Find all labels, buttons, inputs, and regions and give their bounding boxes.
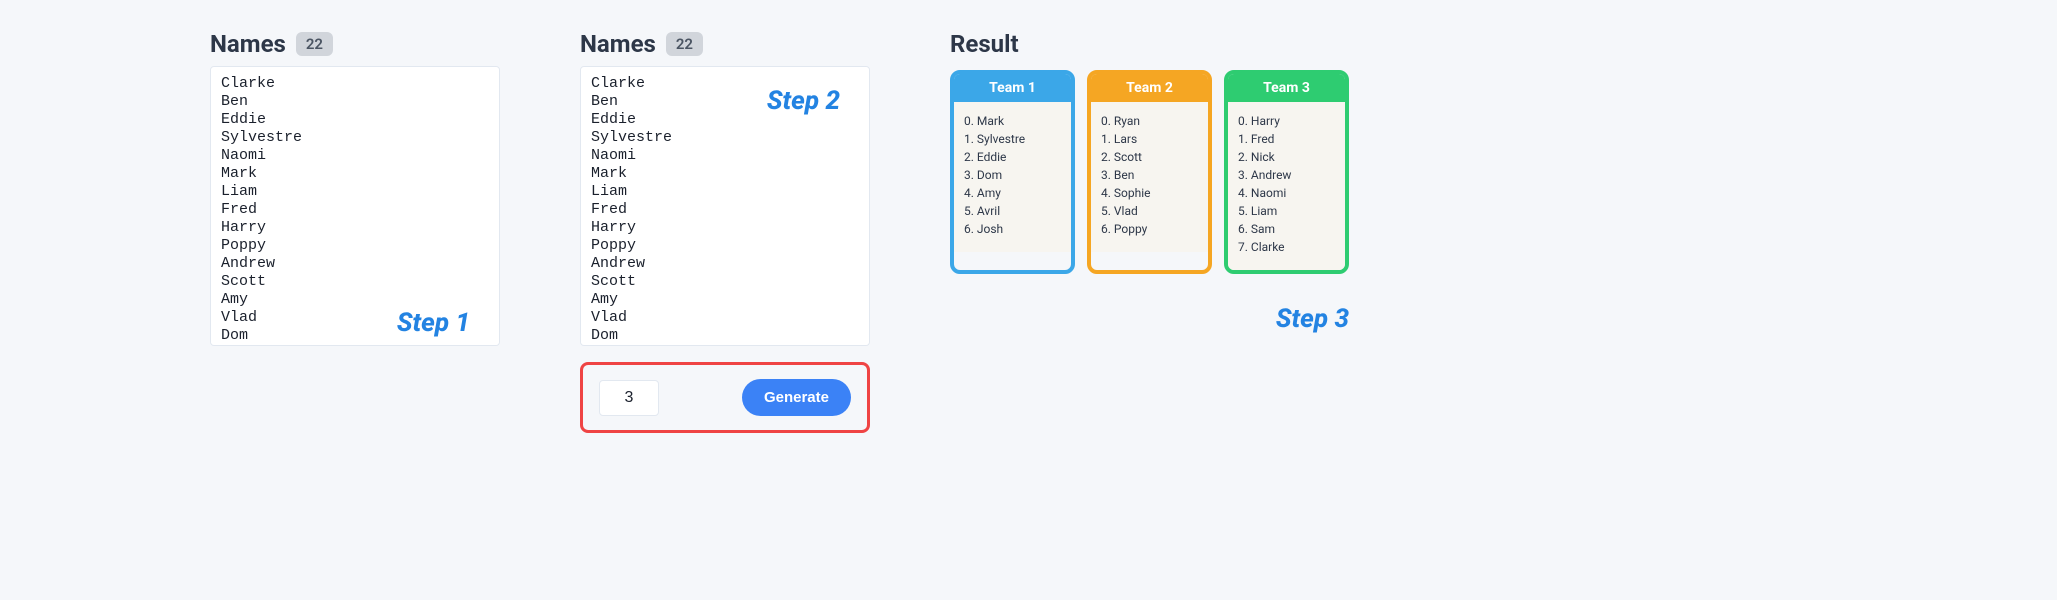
team-header: Team 3: [1228, 74, 1345, 102]
team-member: 6. Josh: [964, 220, 1061, 238]
team-member: 5. Vlad: [1101, 202, 1198, 220]
team-body: 0. Harry1. Fred2. Nick3. Andrew4. Naomi5…: [1228, 102, 1345, 270]
team-header: Team 1: [954, 74, 1071, 102]
team-member: 2. Scott: [1101, 148, 1198, 166]
generate-button[interactable]: Generate: [742, 379, 851, 416]
team-member: 5. Liam: [1238, 202, 1335, 220]
team-member: 4. Naomi: [1238, 184, 1335, 202]
result-panel: Result Team 10. Mark1. Sylvestre2. Eddie…: [950, 30, 1349, 274]
team-member: 3. Andrew: [1238, 166, 1335, 184]
names-heading-2: Names: [580, 30, 656, 58]
step1-label: Step 1: [397, 308, 470, 338]
names-textarea-step1[interactable]: [210, 66, 500, 346]
team-card: Team 20. Ryan1. Lars2. Scott3. Ben4. Sop…: [1087, 70, 1212, 274]
team-member: 2. Eddie: [964, 148, 1061, 166]
team-member: 0. Ryan: [1101, 112, 1198, 130]
team-member: 1. Fred: [1238, 130, 1335, 148]
result-heading: Result: [950, 30, 1349, 58]
team-member: 4. Sophie: [1101, 184, 1198, 202]
team-member: 6. Poppy: [1101, 220, 1198, 238]
team-member: 6. Sam: [1238, 220, 1335, 238]
team-member: 0. Harry: [1238, 112, 1335, 130]
team-card: Team 30. Harry1. Fred2. Nick3. Andrew4. …: [1224, 70, 1349, 274]
team-card: Team 10. Mark1. Sylvestre2. Eddie3. Dom4…: [950, 70, 1075, 274]
controls-row: Generate: [580, 362, 870, 433]
names-count-badge-2: 22: [666, 32, 703, 56]
team-member: 7. Clarke: [1238, 238, 1335, 256]
names-heading: Names: [210, 30, 286, 58]
team-header: Team 2: [1091, 74, 1208, 102]
team-member: 4. Amy: [964, 184, 1061, 202]
team-body: 0. Mark1. Sylvestre2. Eddie3. Dom4. Amy5…: [954, 102, 1071, 252]
teams-container: Team 10. Mark1. Sylvestre2. Eddie3. Dom4…: [950, 70, 1349, 274]
team-member: 2. Nick: [1238, 148, 1335, 166]
team-member: 3. Dom: [964, 166, 1061, 184]
step2-panel: Names 22 Step 2 Generate: [580, 30, 870, 433]
team-count-input[interactable]: [599, 380, 659, 416]
step3-label: Step 3: [1276, 304, 1349, 334]
team-member: 1. Sylvestre: [964, 130, 1061, 148]
step1-panel: Names 22 Step 1: [210, 30, 500, 350]
team-member: 1. Lars: [1101, 130, 1198, 148]
team-member: 5. Avril: [964, 202, 1061, 220]
team-member: 3. Ben: [1101, 166, 1198, 184]
team-body: 0. Ryan1. Lars2. Scott3. Ben4. Sophie5. …: [1091, 102, 1208, 252]
step2-label: Step 2: [767, 86, 840, 116]
names-count-badge: 22: [296, 32, 333, 56]
team-member: 0. Mark: [964, 112, 1061, 130]
